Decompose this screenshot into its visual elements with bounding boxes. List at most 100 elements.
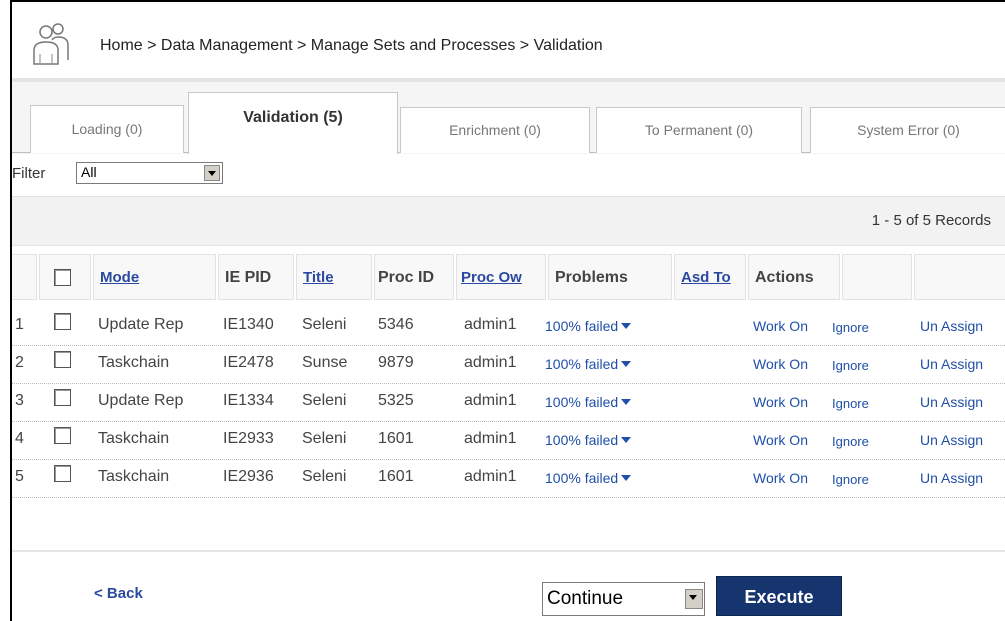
unassign-link[interactable]: Un Assign bbox=[920, 356, 983, 372]
tab-enrichment[interactable]: Enrichment (0) bbox=[400, 107, 590, 153]
tab-system-error[interactable]: System Error (0) bbox=[810, 107, 1005, 153]
row-checkbox[interactable] bbox=[54, 313, 71, 330]
dropdown-arrow-icon[interactable] bbox=[685, 589, 703, 609]
tab-system-error-label: System Error (0) bbox=[857, 122, 960, 138]
row-owner: admin1 bbox=[464, 392, 517, 409]
caret-down-icon bbox=[621, 437, 632, 443]
row-problems-dropdown[interactable]: 100% failed bbox=[545, 356, 632, 372]
header-proc-id: Proc ID bbox=[374, 254, 454, 300]
row-number: 2 bbox=[15, 354, 24, 371]
work-on-link[interactable]: Work On bbox=[753, 318, 808, 334]
users-icon bbox=[33, 23, 69, 65]
ignore-link[interactable]: Ignore bbox=[832, 358, 869, 373]
row-title: Seleni bbox=[302, 392, 347, 409]
row-ie-pid: IE1340 bbox=[223, 316, 274, 333]
caret-down-icon bbox=[621, 399, 632, 405]
row-mode: Taskchain bbox=[98, 468, 170, 485]
row-number: 5 bbox=[15, 468, 24, 485]
header-proc-owner[interactable]: Proc Ow bbox=[456, 254, 546, 300]
row-owner: admin1 bbox=[464, 468, 517, 485]
header-problems: Problems bbox=[548, 254, 672, 300]
table-row: 5 Taskchain IE2936 Seleni 1601 admin1 10… bbox=[12, 459, 1005, 498]
row-problems: 100% failed bbox=[545, 470, 619, 486]
row-number: 3 bbox=[15, 392, 24, 409]
ignore-link[interactable]: Ignore bbox=[832, 396, 869, 411]
filter-label: Filter bbox=[12, 165, 46, 182]
table-row: 4 Taskchain IE2933 Seleni 1601 admin1 10… bbox=[12, 421, 1005, 460]
unassign-link[interactable]: Un Assign bbox=[920, 318, 983, 334]
action-select[interactable]: Continue bbox=[542, 582, 705, 616]
row-title: Seleni bbox=[302, 430, 347, 447]
header-bar: Home > Data Management > Manage Sets and… bbox=[12, 2, 1005, 82]
header-asd-to[interactable]: Asd To bbox=[674, 254, 746, 300]
tab-validation[interactable]: Validation (5) bbox=[188, 92, 398, 154]
row-mode: Update Rep bbox=[98, 392, 184, 409]
row-problems-dropdown[interactable]: 100% failed bbox=[545, 318, 632, 334]
filter-select[interactable]: All bbox=[76, 162, 223, 184]
tab-to-permanent-label: To Permanent (0) bbox=[644, 122, 754, 138]
table-row: 2 Taskchain IE2478 Sunse 9879 admin1 100… bbox=[12, 345, 1005, 384]
row-ie-pid: IE1334 bbox=[223, 392, 274, 409]
row-checkbox[interactable] bbox=[54, 351, 71, 368]
ignore-link[interactable]: Ignore bbox=[832, 434, 869, 449]
header-select bbox=[39, 254, 91, 300]
row-proc-id: 5325 bbox=[378, 392, 414, 409]
header-empty-2 bbox=[914, 254, 1005, 300]
row-proc-id: 1601 bbox=[378, 430, 414, 447]
records-bar: 1 - 5 of 5 Records bbox=[12, 196, 1005, 246]
row-checkbox[interactable] bbox=[54, 465, 71, 482]
row-proc-id: 9879 bbox=[378, 354, 414, 371]
breadcrumb: Home > Data Management > Manage Sets and… bbox=[100, 37, 603, 54]
work-on-link[interactable]: Work On bbox=[753, 432, 808, 448]
row-title: Seleni bbox=[302, 316, 347, 333]
unassign-link[interactable]: Un Assign bbox=[920, 470, 983, 486]
tab-to-permanent[interactable]: To Permanent (0) bbox=[596, 107, 802, 153]
row-problems-dropdown[interactable]: 100% failed bbox=[545, 432, 632, 448]
row-number: 4 bbox=[15, 430, 24, 447]
table-header: Mode IE PID Title Proc ID Proc Ow Proble… bbox=[12, 246, 1005, 304]
execute-button[interactable]: Execute bbox=[716, 576, 842, 616]
unassign-link[interactable]: Un Assign bbox=[920, 432, 983, 448]
row-problems: 100% failed bbox=[545, 394, 619, 410]
row-problems-dropdown[interactable]: 100% failed bbox=[545, 470, 632, 486]
tab-loading[interactable]: Loading (0) bbox=[30, 105, 184, 153]
ignore-link[interactable]: Ignore bbox=[832, 472, 869, 487]
select-all-checkbox[interactable] bbox=[54, 269, 71, 286]
filter-value: All bbox=[81, 164, 97, 180]
action-select-value: Continue bbox=[547, 588, 624, 609]
tab-validation-label: Validation (5) bbox=[243, 109, 343, 126]
header-mode[interactable]: Mode bbox=[93, 254, 216, 300]
row-title: Seleni bbox=[302, 468, 347, 485]
tab-loading-label: Loading (0) bbox=[71, 121, 143, 137]
row-title: Sunse bbox=[302, 354, 348, 371]
header-ie-pid: IE PID bbox=[218, 254, 294, 300]
tab-enrichment-label: Enrichment (0) bbox=[449, 122, 541, 138]
dropdown-arrow-icon[interactable] bbox=[204, 165, 220, 181]
row-problems: 100% failed bbox=[545, 432, 619, 448]
table-row: 1 Update Rep IE1340 Seleni 5346 admin1 1… bbox=[12, 307, 1005, 346]
app-frame: Home > Data Management > Manage Sets and… bbox=[10, 0, 1005, 621]
footer-divider bbox=[12, 550, 1005, 552]
header-title[interactable]: Title bbox=[296, 254, 372, 300]
row-problems: 100% failed bbox=[545, 356, 619, 372]
ignore-link[interactable]: Ignore bbox=[832, 320, 869, 335]
row-ie-pid: IE2936 bbox=[223, 468, 274, 485]
work-on-link[interactable]: Work On bbox=[753, 394, 808, 410]
unassign-link[interactable]: Un Assign bbox=[920, 394, 983, 410]
row-problems-dropdown[interactable]: 100% failed bbox=[545, 394, 632, 410]
row-checkbox[interactable] bbox=[54, 389, 71, 406]
back-link[interactable]: < Back bbox=[94, 585, 143, 602]
caret-down-icon bbox=[621, 361, 632, 367]
header-empty-1 bbox=[842, 254, 912, 300]
row-mode: Taskchain bbox=[98, 354, 170, 371]
row-mode: Update Rep bbox=[98, 316, 184, 333]
row-mode: Taskchain bbox=[98, 430, 170, 447]
header-num bbox=[12, 254, 37, 300]
work-on-link[interactable]: Work On bbox=[753, 356, 808, 372]
row-ie-pid: IE2478 bbox=[223, 354, 274, 371]
row-checkbox[interactable] bbox=[54, 427, 71, 444]
work-on-link[interactable]: Work On bbox=[753, 470, 808, 486]
caret-down-icon bbox=[621, 475, 632, 481]
row-proc-id: 1601 bbox=[378, 468, 414, 485]
row-owner: admin1 bbox=[464, 316, 517, 333]
